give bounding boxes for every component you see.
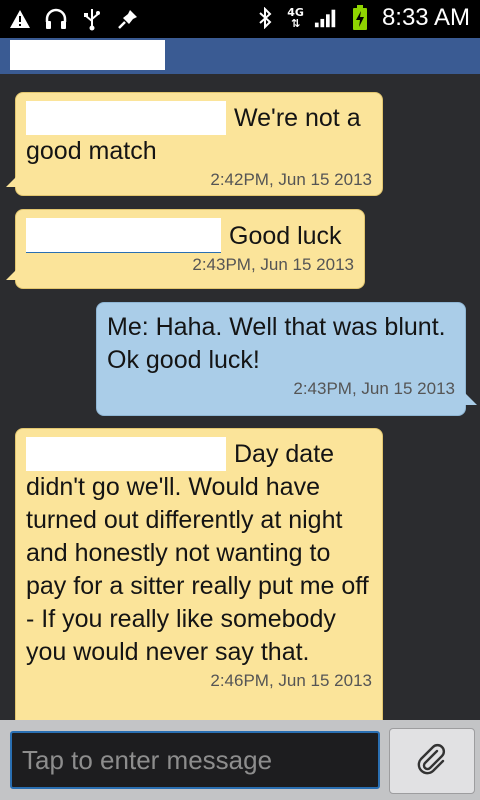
message-timestamp: 2:46PM, Jun 15 2013 <box>210 671 372 690</box>
redacted-contact-name <box>10 40 165 70</box>
message-bubble-incoming[interactable]: Day date didn't go we'll. Would have tur… <box>15 428 383 720</box>
redacted-name <box>26 437 226 471</box>
signal-icon <box>314 5 338 31</box>
attach-button[interactable] <box>389 728 475 794</box>
message-input[interactable]: Tap to enter message <box>10 731 380 789</box>
message-list[interactable]: We're not a good match 2:42PM, Jun 15 20… <box>0 74 480 720</box>
system-icons: 4G ⇅ 8:33 AM <box>253 4 470 32</box>
warning-icon <box>8 6 32 32</box>
message-text: Me: Haha. Well that was blunt. Ok good l… <box>107 313 446 374</box>
network-4g-icon: 4G ⇅ <box>287 6 304 30</box>
message-text: Day date didn't go we'll. Would have tur… <box>26 437 372 669</box>
message-bubble-incoming[interactable]: Good luck 2:43PM, Jun 15 2013 <box>6 209 365 289</box>
bluetooth-icon <box>253 5 277 31</box>
message-bubble-outgoing[interactable]: Me: Haha. Well that was blunt. Ok good l… <box>96 302 477 416</box>
notification-icons <box>8 6 140 32</box>
message-timestamp: 2:42PM, Jun 15 2013 <box>210 170 372 189</box>
usb-icon <box>80 6 104 32</box>
redacted-name <box>26 101 226 135</box>
compose-bar: Tap to enter message <box>0 720 480 800</box>
clock: 8:33 AM <box>381 4 470 31</box>
paperclip-icon <box>415 742 449 780</box>
message-timestamp: 2:43PM, Jun 15 2013 <box>293 379 455 398</box>
conversation-header <box>0 38 480 74</box>
message-bubble-incoming[interactable]: We're not a good match 2:42PM, Jun 15 20… <box>6 92 383 196</box>
redacted-name <box>26 218 221 253</box>
message-text: Good luck <box>26 218 354 253</box>
bubble-tail <box>465 393 477 405</box>
pin-icon <box>116 6 140 32</box>
bubble-tail <box>6 175 18 187</box>
message-text: We're not a good match <box>26 101 372 168</box>
status-bar: 4G ⇅ 8:33 AM <box>0 0 480 38</box>
message-timestamp: 2:43PM, Jun 15 2013 <box>192 255 354 274</box>
battery-charging-icon <box>348 5 372 31</box>
headphones-icon <box>44 6 68 32</box>
bubble-tail <box>6 268 18 280</box>
